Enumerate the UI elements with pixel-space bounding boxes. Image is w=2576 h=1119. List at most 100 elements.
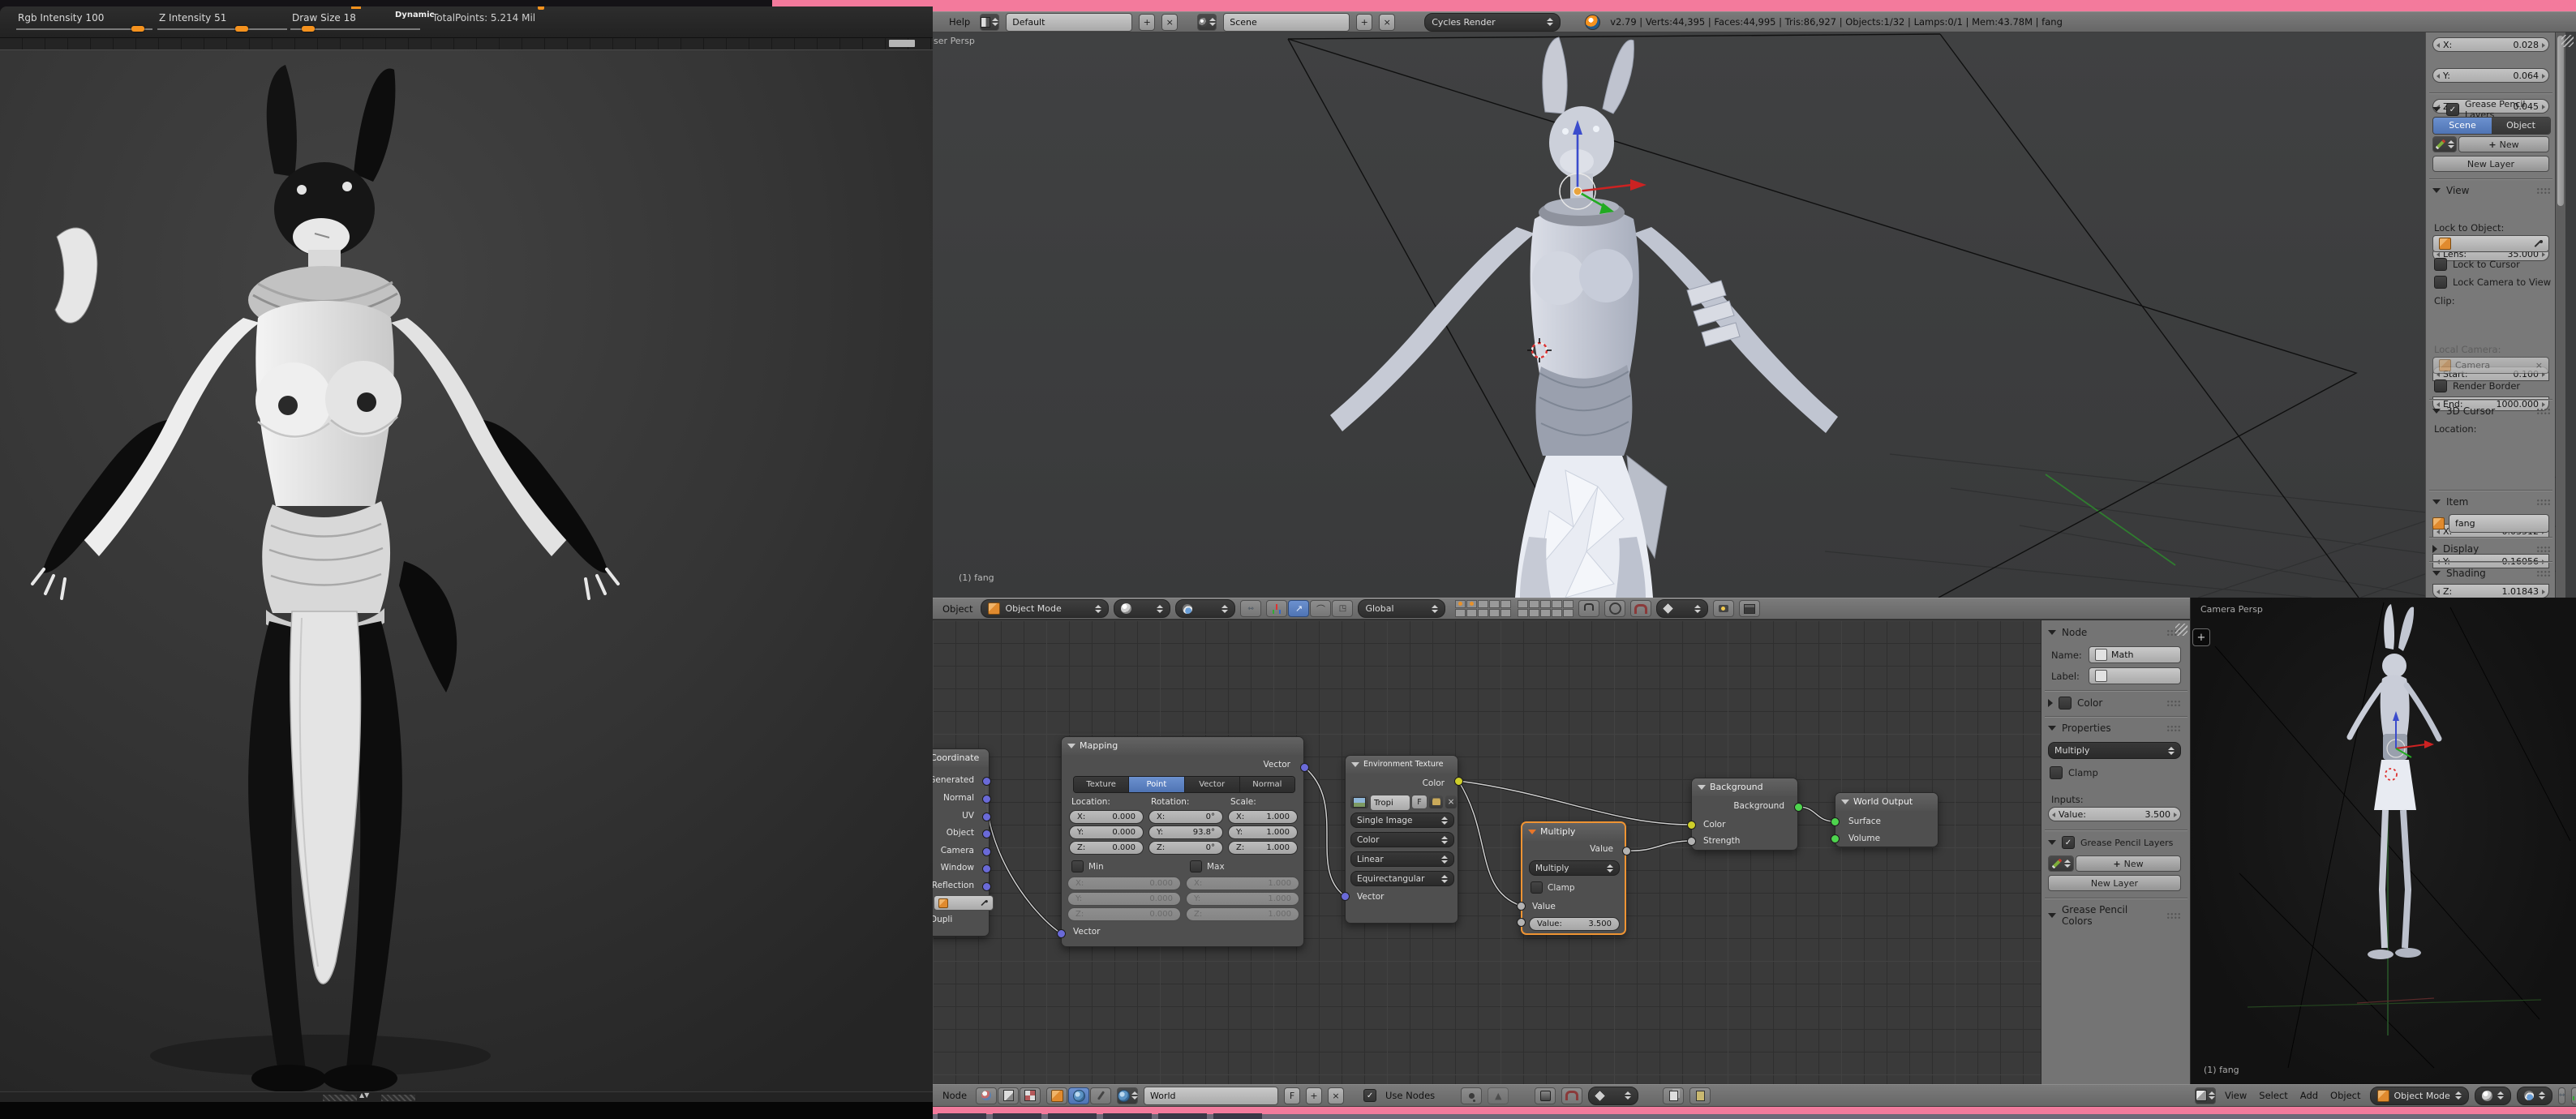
manipulator-handles-toggle[interactable]: ⇿	[1240, 600, 1261, 617]
lock-to-cursor-checkbox[interactable]	[2434, 258, 2447, 271]
layer-cell[interactable]	[1455, 609, 1466, 617]
mapping-loc-y[interactable]: Y:0.000	[1069, 825, 1144, 839]
cursor-z-slider[interactable]: Z:1.01843	[2432, 584, 2549, 598]
node-editor[interactable]: Coordinate Generated Normal UV Object Ca…	[933, 620, 2190, 1085]
panel-grip[interactable]	[2536, 570, 2551, 577]
env-source-dropdown[interactable]: Single Image	[1350, 812, 1454, 828]
socket-background-color-input[interactable]	[1687, 821, 1696, 830]
cursor-panel-header[interactable]: 3D Cursor	[2432, 405, 2551, 417]
gp-colors-panel-header[interactable]: Grease Pencil Colors	[2048, 904, 2181, 927]
dynamic-toggle[interactable]: Dynamic	[395, 11, 434, 19]
shading-panel-header[interactable]: Shading	[2432, 568, 2551, 579]
gp-new-layer-button[interactable]: New Layer	[2432, 156, 2549, 172]
gp-layers-panel-header[interactable]: ✓ Grease Pencil Layers	[2048, 836, 2181, 849]
panel-operation-dropdown[interactable]: Multiply	[2048, 742, 2181, 759]
math-value-slider[interactable]: Value:3.500	[1529, 917, 1620, 931]
world-shader-button[interactable]	[1068, 1087, 1089, 1104]
rotate-manipulator-button[interactable]: ⌒	[1310, 600, 1331, 617]
layers-grid-right[interactable]	[1518, 600, 1574, 617]
layer-cell[interactable]	[1552, 609, 1562, 617]
mode-dropdown[interactable]: Object Mode	[2370, 1087, 2469, 1105]
auto-render-button[interactable]	[1535, 1087, 1556, 1104]
region-resize-grip[interactable]	[2561, 35, 2574, 47]
layer-cell[interactable]	[1540, 609, 1551, 617]
image-name-field[interactable]: Tropi	[1370, 795, 1410, 811]
node-label-field[interactable]	[2089, 667, 2181, 684]
mapping-loc-x[interactable]: X:0.000	[1069, 810, 1144, 824]
unlink-image-button[interactable]: ×	[1445, 795, 1458, 809]
socket-window-output[interactable]	[982, 864, 991, 873]
lock-object-field[interactable]	[2432, 235, 2549, 252]
palette-selected-swatch[interactable]	[889, 40, 915, 47]
layer-cell[interactable]	[1529, 600, 1539, 608]
open-image-button[interactable]	[1428, 795, 1444, 809]
shading-dropdown[interactable]	[1114, 599, 1170, 618]
lock-camera-checkbox[interactable]	[2434, 276, 2447, 289]
texture-nodes-button[interactable]	[998, 1087, 1019, 1104]
select-menu[interactable]: Select	[2256, 1090, 2290, 1101]
shader-nodes-button[interactable]	[976, 1087, 997, 1104]
mapping-min-x[interactable]: X:0.000	[1067, 877, 1181, 890]
layer-cell[interactable]	[1478, 600, 1488, 608]
orientation-dropdown[interactable]: Global	[1358, 599, 1445, 618]
socket-object-output[interactable]	[982, 830, 991, 838]
panel-grip[interactable]	[2166, 700, 2181, 706]
clamp-checkbox[interactable]	[2050, 766, 2063, 779]
socket-env-vector-input[interactable]	[1341, 892, 1350, 901]
shading-dropdown[interactable]	[2475, 1087, 2511, 1105]
mapping-min-y[interactable]: Y:0.000	[1067, 892, 1181, 906]
lock-camera-row[interactable]: Lock Camera to View	[2434, 276, 2551, 289]
snap-node-dropdown[interactable]	[1588, 1087, 1638, 1105]
sculpt-canvas[interactable]	[0, 49, 933, 1091]
screen-layout-icon[interactable]	[980, 14, 999, 31]
render-engine-dropdown[interactable]: Cycles Render	[1424, 13, 1561, 32]
panel-clamp-row[interactable]: Clamp	[2050, 766, 2098, 779]
snap-element-dropdown[interactable]	[1656, 599, 1708, 618]
proportional-edit-button[interactable]	[1604, 600, 1625, 617]
region-resize-grip[interactable]	[2175, 624, 2187, 636]
node-name-field[interactable]: Math	[2089, 646, 2181, 663]
scene-icon[interactable]	[1197, 14, 1217, 31]
mapping-tab-vector[interactable]: Vector	[1185, 777, 1240, 792]
socket-uv-output[interactable]	[982, 812, 991, 821]
gp-checkbox[interactable]: ✓	[2062, 836, 2075, 849]
node-texture-coordinate[interactable]: Coordinate Generated Normal UV Object Ca…	[933, 748, 990, 937]
socket-camera-output[interactable]	[982, 847, 991, 856]
layer-cell[interactable]	[1501, 609, 1511, 617]
object-menu[interactable]: Object	[2327, 1090, 2363, 1101]
eyedropper-icon[interactable]	[980, 899, 988, 907]
z-intensity-track[interactable]	[157, 28, 287, 30]
translate-manipulator-button[interactable]: ↗	[1288, 600, 1309, 617]
taskbar-item[interactable]	[1158, 1113, 1207, 1119]
math-clamp-checkbox[interactable]: Clamp	[1531, 881, 1575, 894]
layers-grid-left[interactable]	[1455, 600, 1511, 617]
copy-nodes-button[interactable]	[1663, 1087, 1684, 1104]
help-menu[interactable]: Help	[946, 16, 973, 28]
env-colorspace-dropdown[interactable]: Color	[1350, 832, 1454, 847]
world-fake-user-button[interactable]: F	[1284, 1087, 1300, 1104]
mapping-scale-x[interactable]: X:1.000	[1228, 810, 1298, 824]
taskbar-items[interactable]	[938, 1113, 1392, 1119]
dimension-y-slider[interactable]: Y:0.064	[2432, 68, 2549, 83]
socket-generated-output[interactable]	[982, 777, 991, 786]
paste-nodes-button[interactable]	[1689, 1087, 1711, 1104]
layer-cell[interactable]	[1501, 600, 1511, 608]
mapping-min-z[interactable]: Z:0.000	[1067, 907, 1181, 921]
close-layout-button[interactable]: ×	[1161, 14, 1178, 31]
panel-grip[interactable]	[2536, 499, 2551, 505]
clear-camera-icon[interactable]: ×	[2535, 360, 2543, 371]
h-scrollbar-left[interactable]	[323, 1095, 357, 1101]
gp-tab-object[interactable]: Object	[2492, 118, 2550, 134]
mapping-scale-z[interactable]: Z:1.000	[1228, 841, 1298, 855]
mapping-rot-x[interactable]: X:0°	[1148, 810, 1223, 824]
rgb-intensity-handle[interactable]	[131, 26, 144, 32]
layer-cell[interactable]	[1518, 600, 1528, 608]
grease-pencil-checkbox[interactable]: ✓	[2446, 103, 2459, 116]
add-menu[interactable]: Add	[2297, 1090, 2321, 1101]
layer-cell[interactable]	[1552, 600, 1562, 608]
manipulator-axis-button[interactable]	[1266, 600, 1287, 617]
go-to-parent-button[interactable]: ▲	[1488, 1087, 1509, 1104]
gp-brush-dropdown[interactable]	[2048, 855, 2074, 872]
socket-mapping-vector-input[interactable]	[1057, 929, 1066, 938]
gp-brush-dropdown[interactable]	[2432, 136, 2457, 152]
